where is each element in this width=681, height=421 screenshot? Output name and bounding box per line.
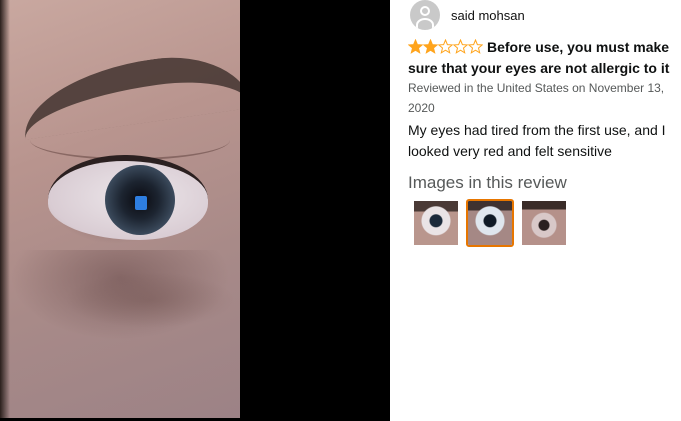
reviewer-name[interactable]: said mohsan (451, 8, 525, 23)
photo-eye-reflection (135, 196, 147, 210)
photo-hair-shadow (0, 0, 10, 418)
review-image-thumbnail[interactable] (412, 199, 460, 247)
photo-under-eye-shadow (10, 250, 230, 340)
star-empty-icon (468, 39, 483, 54)
image-viewer (0, 0, 390, 421)
review-body: My eyes had tired from the first use, an… (408, 122, 666, 159)
review-date: Reviewed in the United States on Novembe… (408, 81, 665, 115)
review-photo (0, 0, 240, 418)
thumbnail-image (414, 201, 458, 245)
reviewer-profile[interactable]: said mohsan (410, 0, 525, 30)
review-image-thumbnail[interactable] (466, 199, 514, 247)
user-silhouette-icon (410, 0, 440, 30)
review-title-row: Before use, you must make sure that your… (408, 37, 680, 79)
review-image-thumbnail[interactable] (520, 199, 568, 247)
review-image-thumbnails (412, 199, 568, 247)
star-empty-icon (438, 39, 453, 54)
thumbnail-image (468, 201, 512, 245)
thumbnail-image (522, 201, 566, 245)
star-filled-icon (408, 39, 423, 54)
review-panel: said mohsan Before use, you must make su… (404, 0, 681, 421)
avatar-head (420, 6, 430, 16)
photo-eyelid-crease (30, 120, 230, 160)
star-filled-icon (423, 39, 438, 54)
avatar-body (416, 18, 434, 30)
star-rating[interactable] (408, 39, 483, 54)
star-empty-icon (453, 39, 468, 54)
images-heading: Images in this review (408, 173, 567, 192)
